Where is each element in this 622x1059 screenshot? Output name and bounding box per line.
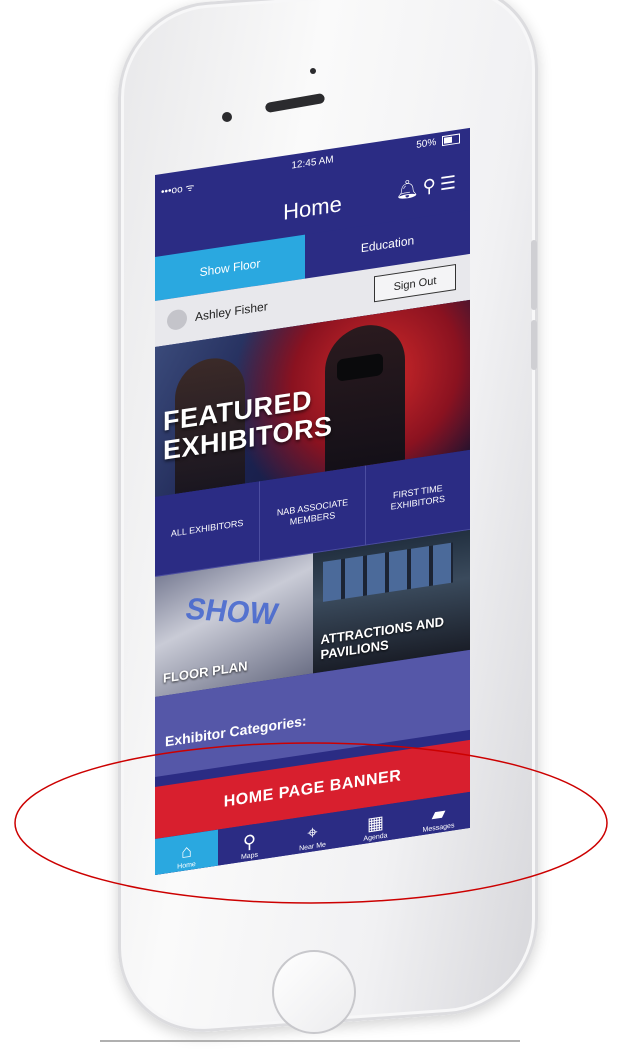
exhibitor-categories-heading: Exhibitor Categories: bbox=[165, 712, 307, 750]
stage: •••oo ᯤ 12:45 AM 50% Home 🔔︎⚲☰ Show Floo… bbox=[0, 0, 622, 1059]
ground-line bbox=[100, 1040, 520, 1042]
avatar bbox=[167, 308, 187, 332]
nav-home-label: Home bbox=[177, 860, 196, 871]
attractions-tile[interactable]: ATTRACTIONS AND PAVILIONS bbox=[312, 529, 470, 674]
floor-plan-art-text: SHOW bbox=[182, 592, 281, 632]
side-button bbox=[531, 320, 537, 370]
battery-icon bbox=[442, 133, 460, 147]
proximity-sensor bbox=[310, 68, 316, 74]
floor-plan-tile[interactable]: SHOW FLOOR PLAN bbox=[155, 553, 313, 697]
search-icon[interactable]: ⚲ bbox=[423, 174, 440, 197]
user-name: Ashley Fisher bbox=[195, 299, 268, 325]
attractions-photo-screens bbox=[322, 542, 453, 602]
app-screen: •••oo ᯤ 12:45 AM 50% Home 🔔︎⚲☰ Show Floo… bbox=[155, 127, 470, 876]
nav-maps-label: Maps bbox=[240, 851, 259, 862]
front-camera bbox=[222, 112, 232, 122]
list-icon[interactable]: ☰ bbox=[440, 171, 460, 194]
home-button[interactable] bbox=[272, 950, 356, 1034]
sign-out-button[interactable]: Sign Out bbox=[374, 264, 456, 303]
featured-photo-vr-user bbox=[325, 319, 405, 472]
volume-button bbox=[531, 240, 537, 310]
bell-icon[interactable]: 🔔︎ bbox=[396, 177, 423, 201]
attractions-label: ATTRACTIONS AND PAVILIONS bbox=[321, 614, 445, 662]
floor-plan-label: FLOOR PLAN bbox=[163, 658, 248, 686]
